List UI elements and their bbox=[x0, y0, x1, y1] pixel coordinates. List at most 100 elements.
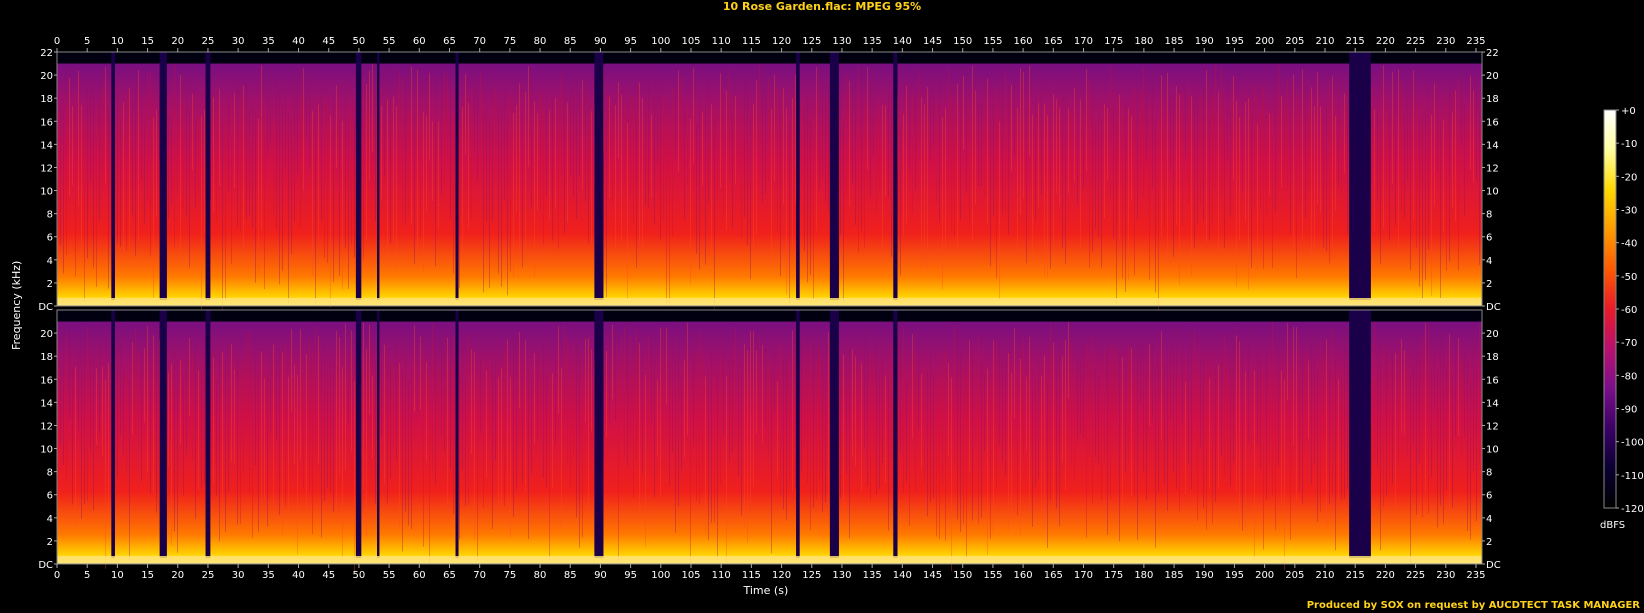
colorbar-unit-label: dBFS bbox=[1600, 520, 1626, 531]
x-tick-bottom: 15 bbox=[141, 570, 154, 581]
y-tick-right: 10 bbox=[1486, 187, 1499, 198]
x-tick-top: 150 bbox=[953, 36, 972, 47]
quiet-gap bbox=[594, 52, 604, 300]
y-tick-left: 14 bbox=[40, 140, 53, 151]
y-tick-left: 6 bbox=[47, 491, 53, 502]
x-tick-top: 65 bbox=[443, 36, 456, 47]
spectrogram-chart: DC DC2 24 46 68 810 1012 1214 1416 1618 1820 2022 22… bbox=[38, 36, 1643, 581]
y-tick-left: 18 bbox=[40, 94, 53, 105]
y-tick-right: 18 bbox=[1486, 352, 1499, 363]
x-tick-top: 20 bbox=[171, 36, 184, 47]
y-tick-right: 4 bbox=[1486, 256, 1492, 267]
x-tick-top: 10 bbox=[111, 36, 124, 47]
y-tick-left: 16 bbox=[40, 375, 53, 386]
y-tick-left: 2 bbox=[47, 537, 53, 548]
x-tick-top: 140 bbox=[893, 36, 912, 47]
x-tick-top: 170 bbox=[1074, 36, 1093, 47]
x-tick-top: 50 bbox=[353, 36, 366, 47]
colorbar-tick: -20 bbox=[1621, 172, 1637, 183]
x-tick-top: 85 bbox=[564, 36, 577, 47]
quiet-gap bbox=[377, 310, 380, 558]
x-tick-top: 220 bbox=[1376, 36, 1395, 47]
x-tick-bottom: 90 bbox=[594, 570, 607, 581]
x-tick-bottom: 95 bbox=[624, 570, 637, 581]
x-tick-top: 135 bbox=[863, 36, 882, 47]
y-tick-right: 14 bbox=[1486, 398, 1499, 409]
x-tick-top: 230 bbox=[1436, 36, 1455, 47]
y-tick-right: 14 bbox=[1486, 140, 1499, 151]
x-tick-bottom: 30 bbox=[232, 570, 245, 581]
colorbar-tick: +0 bbox=[1621, 106, 1636, 117]
x-tick-top: 185 bbox=[1165, 36, 1184, 47]
quiet-gap bbox=[455, 310, 459, 558]
x-tick-bottom: 225 bbox=[1406, 570, 1425, 581]
quiet-gap bbox=[1349, 52, 1371, 300]
x-tick-bottom: 180 bbox=[1134, 570, 1153, 581]
y-tick-right: 16 bbox=[1486, 117, 1499, 128]
quiet-gap bbox=[594, 310, 604, 558]
x-tick-bottom: 130 bbox=[832, 570, 851, 581]
quiet-gap bbox=[829, 310, 839, 558]
y-tick-right: DC bbox=[1486, 560, 1501, 571]
x-tick-bottom: 105 bbox=[681, 570, 700, 581]
x-axis-label: Time (s) bbox=[743, 584, 789, 597]
quiet-gap bbox=[829, 52, 839, 300]
colorbar-tick: -90 bbox=[1621, 405, 1637, 416]
x-tick-top: 120 bbox=[772, 36, 791, 47]
x-tick-top: 235 bbox=[1466, 36, 1485, 47]
colorbar-tick: -60 bbox=[1621, 305, 1637, 316]
colorbar-tick: -30 bbox=[1621, 206, 1637, 217]
x-tick-bottom: 175 bbox=[1104, 570, 1123, 581]
x-tick-top: 25 bbox=[202, 36, 215, 47]
x-tick-top: 210 bbox=[1315, 36, 1334, 47]
y-tick-right: 10 bbox=[1486, 445, 1499, 456]
x-tick-top: 105 bbox=[681, 36, 700, 47]
x-tick-bottom: 55 bbox=[383, 570, 396, 581]
x-tick-bottom: 185 bbox=[1165, 570, 1184, 581]
x-tick-bottom: 120 bbox=[772, 570, 791, 581]
x-tick-top: 175 bbox=[1104, 36, 1123, 47]
x-tick-bottom: 110 bbox=[712, 570, 731, 581]
x-tick-bottom: 0 bbox=[54, 570, 60, 581]
quiet-gap bbox=[355, 310, 362, 558]
y-tick-right: 8 bbox=[1486, 468, 1492, 479]
x-tick-bottom: 140 bbox=[893, 570, 912, 581]
y-tick-left: 18 bbox=[40, 352, 53, 363]
y-tick-left: 4 bbox=[47, 256, 53, 267]
x-tick-top: 205 bbox=[1285, 36, 1304, 47]
x-tick-bottom: 220 bbox=[1376, 570, 1395, 581]
x-tick-top: 190 bbox=[1195, 36, 1214, 47]
x-tick-top: 95 bbox=[624, 36, 637, 47]
x-tick-bottom: 195 bbox=[1225, 570, 1244, 581]
x-tick-top: 110 bbox=[712, 36, 731, 47]
x-tick-top: 165 bbox=[1044, 36, 1063, 47]
quiet-gap bbox=[355, 52, 362, 300]
x-tick-bottom: 205 bbox=[1285, 570, 1304, 581]
credit-text: Produced by SOX on request by AUCDTECT T… bbox=[1306, 600, 1640, 611]
y-tick-left: 2 bbox=[47, 279, 53, 290]
x-tick-top: 90 bbox=[594, 36, 607, 47]
quiet-gap bbox=[893, 310, 898, 558]
quiet-gap bbox=[205, 52, 211, 300]
colorbar bbox=[1603, 109, 1617, 509]
y-tick-left: 14 bbox=[40, 398, 53, 409]
quiet-gap bbox=[796, 310, 800, 558]
x-tick-top: 70 bbox=[473, 36, 486, 47]
x-tick-bottom: 100 bbox=[651, 570, 670, 581]
y-tick-left: 4 bbox=[47, 514, 53, 525]
x-tick-bottom: 235 bbox=[1466, 570, 1485, 581]
y-tick-left: 20 bbox=[40, 71, 53, 82]
x-tick-top: 30 bbox=[232, 36, 245, 47]
quiet-gap bbox=[111, 52, 115, 300]
x-tick-bottom: 85 bbox=[564, 570, 577, 581]
x-tick-top: 15 bbox=[141, 36, 154, 47]
quiet-gap bbox=[111, 310, 115, 558]
channel-1-spectrogram bbox=[56, 51, 1483, 317]
x-tick-bottom: 190 bbox=[1195, 570, 1214, 581]
y-tick-left: 12 bbox=[40, 163, 53, 174]
y-tick-left: DC bbox=[38, 302, 53, 313]
x-tick-top: 5 bbox=[84, 36, 90, 47]
y-tick-right: DC bbox=[1486, 302, 1501, 313]
x-tick-top: 60 bbox=[413, 36, 426, 47]
x-tick-bottom: 25 bbox=[202, 570, 215, 581]
